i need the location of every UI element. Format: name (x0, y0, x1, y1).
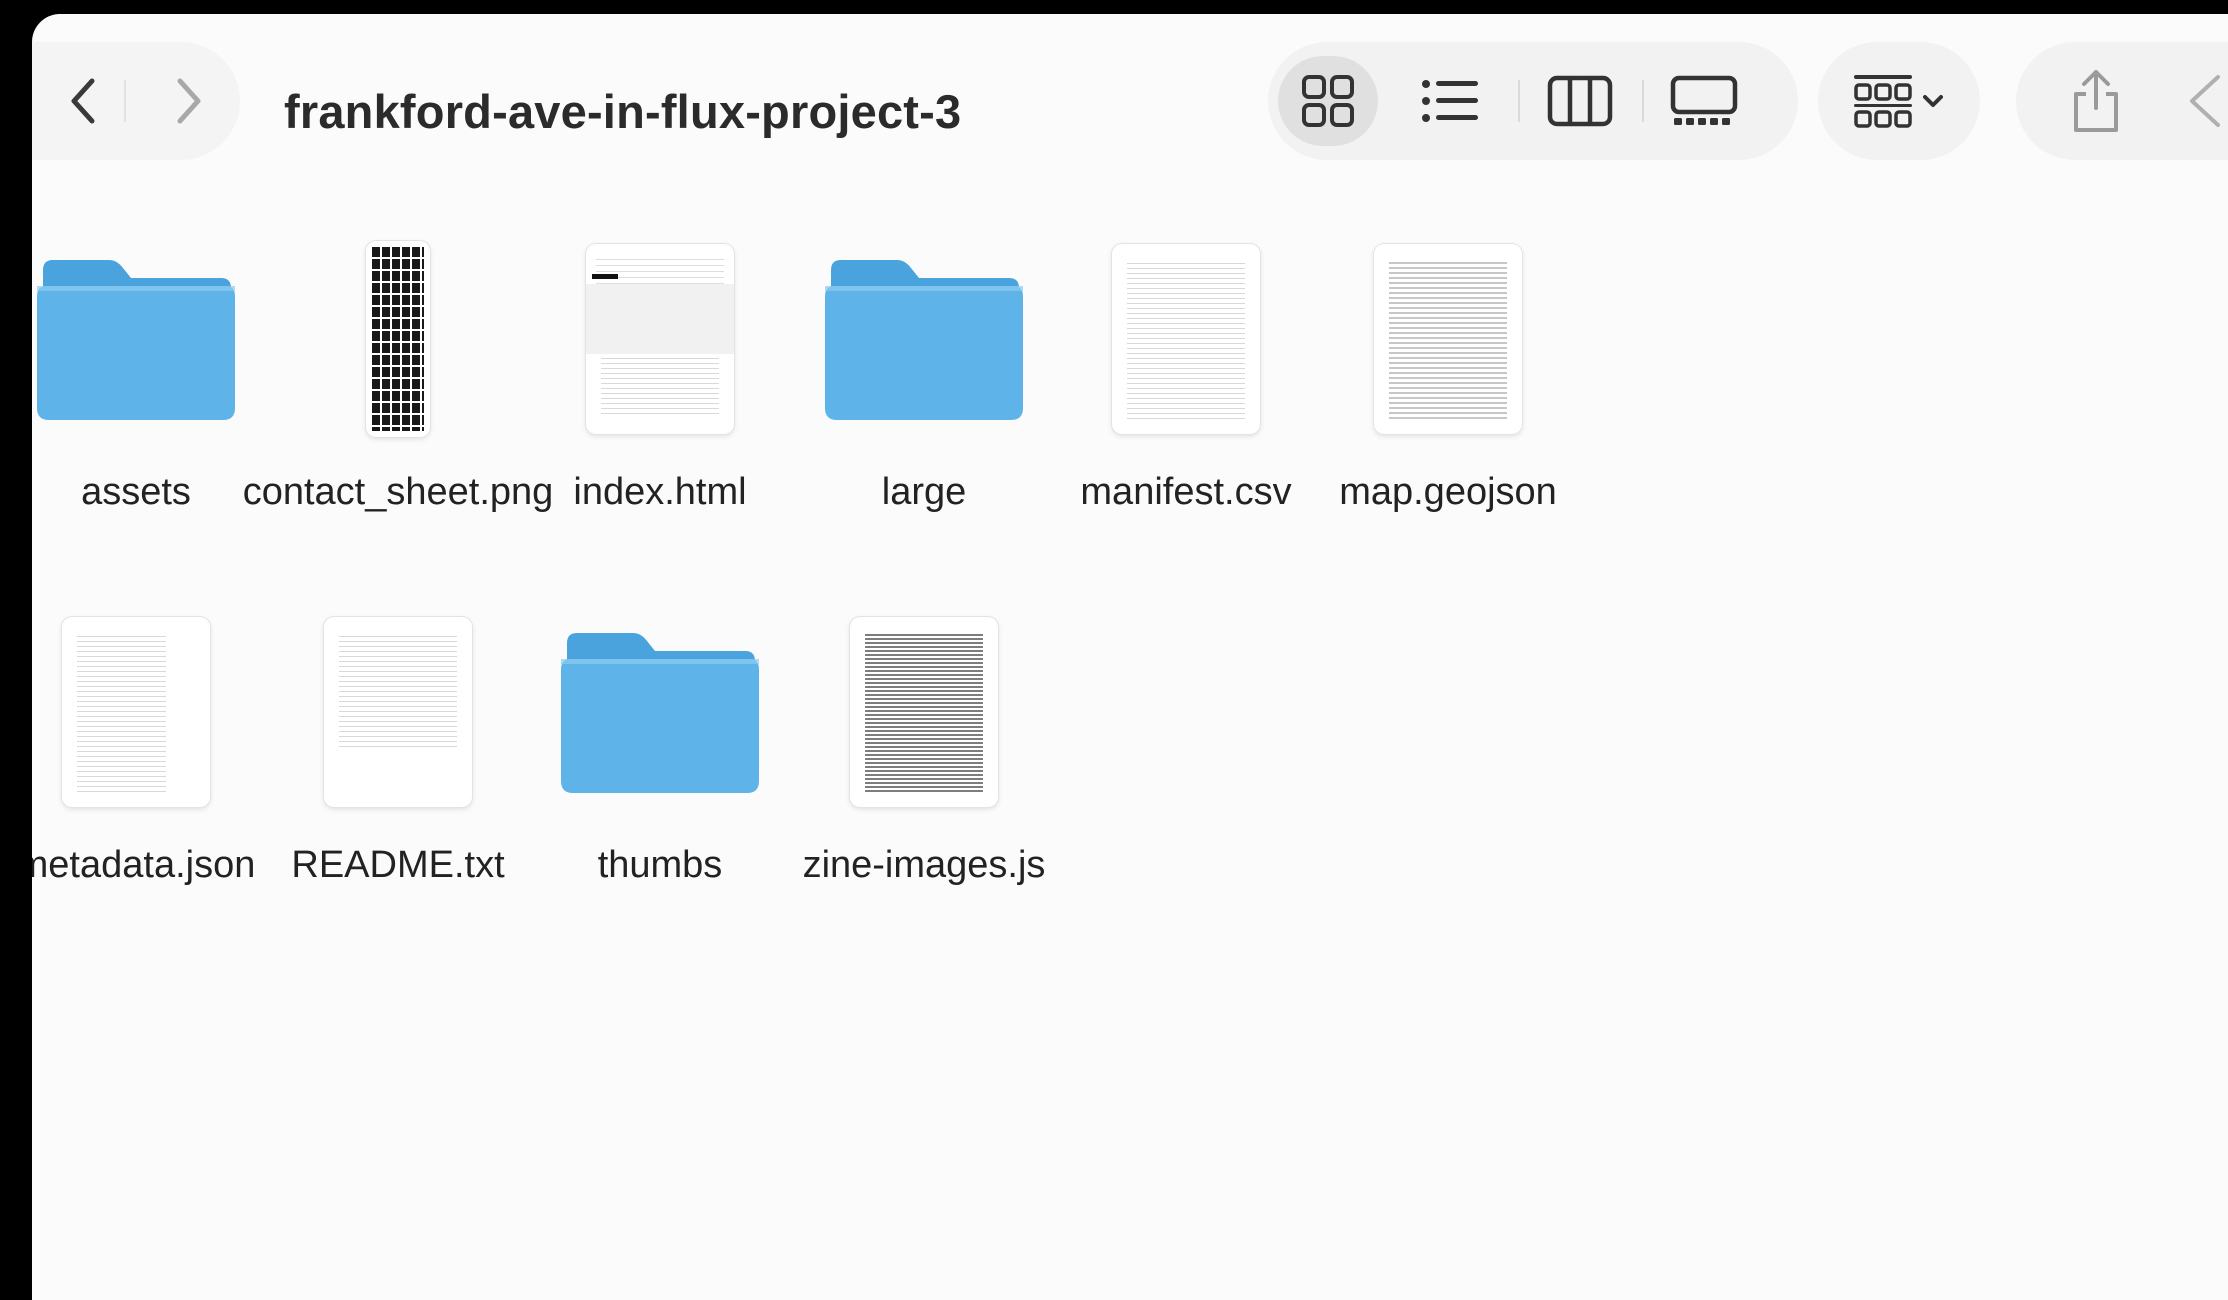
document-icon (850, 617, 998, 807)
view-mode-group (1268, 42, 1798, 160)
chevron-right-icon (177, 78, 201, 124)
group-by-button[interactable] (1818, 42, 1980, 160)
image-thumbnail-icon (366, 241, 430, 437)
window-title: frankford-ave-in-flux-project-3 (284, 85, 962, 138)
nav-divider (124, 80, 126, 122)
back-button[interactable] (32, 42, 136, 160)
chevron-left-icon (71, 78, 95, 124)
file-name: map.geojson (1339, 471, 1557, 513)
gallery-view-button[interactable] (1654, 56, 1754, 146)
chevron-down-icon (1923, 95, 1943, 107)
file-name: zine-images.js (802, 844, 1046, 886)
list-view-button[interactable] (1400, 56, 1500, 146)
column-view-button[interactable] (1530, 56, 1630, 146)
icon-view-icon (1302, 75, 1354, 127)
folder-icon (37, 260, 235, 420)
share-icon (2074, 70, 2118, 132)
chevron-left-icon (2190, 75, 2220, 127)
forward-button[interactable] (136, 42, 240, 160)
icon-view-button[interactable] (1278, 56, 1378, 146)
view-divider (1642, 80, 1644, 122)
more-button[interactable] (2164, 56, 2228, 146)
view-divider (1518, 80, 1520, 122)
group-grid-icon (1854, 75, 1912, 128)
document-icon (586, 244, 734, 434)
share-button[interactable] (2046, 56, 2146, 146)
actions-group (2016, 42, 2228, 160)
document-icon (62, 617, 210, 807)
gallery-view-icon (1670, 75, 1738, 125)
column-view-icon (1547, 75, 1613, 127)
document-icon (1112, 244, 1260, 434)
folder-icon (561, 633, 759, 793)
document-icon (324, 617, 472, 807)
document-thumb-wrap (1278, 239, 1618, 439)
folder-icon (825, 260, 1023, 420)
navigation-group (32, 42, 240, 160)
toolbar: frankford-ave-in-flux-project-3 (32, 14, 2228, 189)
finder-window: frankford-ave-in-flux-project-3 assets c… (32, 14, 2228, 1300)
document-thumb-wrap (754, 612, 1094, 812)
list-view-icon (1422, 80, 1478, 122)
document-icon (1374, 244, 1522, 434)
